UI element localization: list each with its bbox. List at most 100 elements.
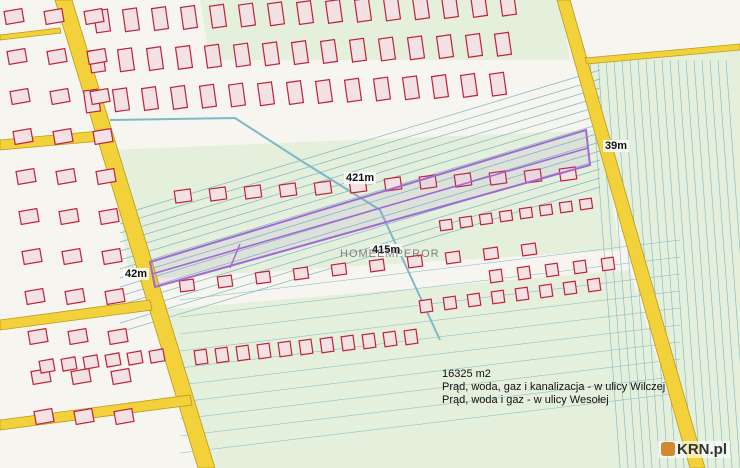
building [9, 87, 31, 106]
building [70, 367, 92, 386]
building [488, 71, 508, 97]
building [256, 81, 276, 107]
building [498, 209, 514, 223]
building [55, 167, 77, 186]
building [459, 72, 479, 98]
building [173, 188, 193, 204]
building [104, 287, 126, 306]
building [438, 218, 454, 232]
building [208, 186, 228, 202]
building [572, 259, 588, 275]
building [319, 38, 339, 64]
building [558, 200, 574, 214]
building [27, 327, 49, 346]
building [33, 407, 55, 426]
building [49, 87, 71, 106]
road [0, 27, 62, 41]
building [295, 0, 315, 26]
building [292, 266, 310, 281]
building [24, 287, 46, 306]
building [368, 258, 386, 273]
building [126, 350, 144, 366]
building [208, 3, 228, 29]
building [290, 40, 310, 66]
building [46, 47, 68, 66]
building [150, 6, 170, 32]
utilities-line-2: Prąd, woda i gaz - w ulicy Wesołej [442, 394, 609, 406]
building [216, 274, 234, 289]
building [121, 7, 141, 33]
building [498, 0, 518, 17]
building [600, 256, 616, 272]
building [488, 268, 504, 284]
building [266, 1, 286, 27]
building [343, 77, 363, 103]
building [237, 2, 257, 28]
building [544, 262, 560, 278]
building [493, 31, 513, 57]
building [21, 247, 43, 266]
building [227, 82, 247, 108]
building [348, 37, 368, 63]
watermark: HOMEEMPEROR [340, 248, 440, 260]
building [82, 354, 100, 370]
building [179, 4, 199, 30]
building [518, 206, 534, 220]
building [178, 278, 196, 293]
building [107, 327, 129, 346]
building [52, 127, 74, 146]
krn-logo[interactable]: KRN.pl [658, 441, 730, 458]
building [64, 287, 86, 306]
building [198, 83, 218, 109]
building [516, 265, 532, 281]
building [324, 0, 344, 24]
building [203, 43, 223, 69]
building [313, 180, 333, 196]
building [83, 7, 105, 26]
building [235, 344, 251, 362]
building [43, 7, 65, 26]
building [98, 207, 120, 226]
plot-info-box: 16325 m2 Prąd, woda, gaz i kanalizacja -… [442, 368, 665, 407]
building [148, 348, 166, 364]
building [110, 367, 132, 386]
building [3, 7, 25, 26]
building [92, 127, 114, 146]
building [538, 203, 554, 217]
building [372, 76, 392, 102]
building [469, 0, 489, 18]
width-label-left: 42m [123, 268, 150, 280]
building [520, 242, 538, 257]
building [314, 78, 334, 104]
building [12, 127, 34, 146]
plot-area: 16325 m2 [442, 368, 491, 380]
building [145, 46, 165, 72]
building [578, 197, 594, 211]
building [490, 289, 506, 305]
building [444, 250, 462, 265]
building [538, 283, 554, 299]
building [278, 182, 298, 198]
width-label-right: 39m [603, 140, 630, 152]
building [104, 352, 122, 368]
building [61, 247, 83, 266]
building [442, 295, 458, 311]
building [382, 0, 402, 22]
building [340, 334, 356, 352]
building [298, 338, 314, 356]
building [140, 86, 160, 112]
building [15, 167, 37, 186]
building [277, 340, 293, 358]
building [6, 47, 28, 66]
building [458, 215, 474, 229]
building [482, 246, 500, 261]
building [116, 47, 136, 73]
building [330, 262, 348, 277]
building [256, 342, 272, 360]
building [232, 42, 252, 68]
building [38, 358, 56, 374]
cadastral-map[interactable]: 421m 415m 39m 42m HOMEEMPEROR 16325 m2 P… [0, 0, 740, 468]
building [285, 80, 305, 106]
building [113, 407, 135, 426]
length-label-top: 421m [344, 172, 377, 184]
